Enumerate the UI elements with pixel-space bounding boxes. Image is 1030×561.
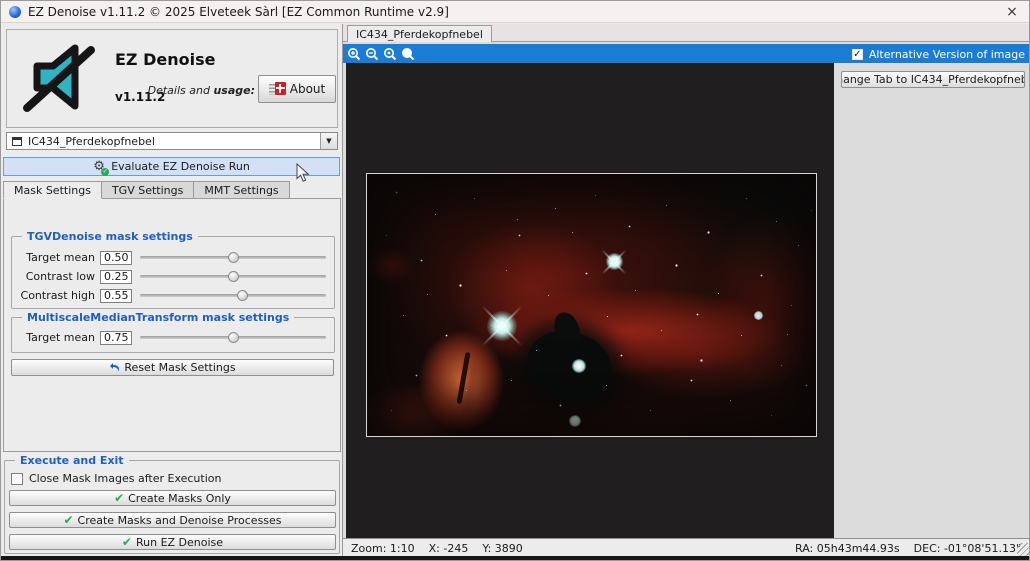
alternative-version-checkbox[interactable]: ✓ bbox=[852, 49, 863, 60]
slider-thumb[interactable] bbox=[228, 271, 239, 282]
contrast-low-label: Contrast low bbox=[12, 270, 100, 283]
slider-thumb[interactable] bbox=[228, 252, 239, 263]
app-title: EZ Denoise bbox=[115, 50, 267, 69]
create-masks-denoise-label: Create Masks and Denoise Processes bbox=[78, 514, 282, 527]
resize-grip[interactable] bbox=[1017, 543, 1030, 556]
zoom-in-icon[interactable] bbox=[347, 47, 361, 61]
titlebar: EZ Denoise v1.11.2 © 2025 Elveteek Sàrl … bbox=[1, 1, 1029, 23]
tgv-group-title: TGVDenoise mask settings bbox=[22, 230, 198, 243]
close-mask-checkbox-row[interactable]: Close Mask Images after Execution bbox=[11, 472, 221, 485]
ez-denoise-window: EZ Denoise v1.11.2 © 2025 Elveteek Sàrl … bbox=[0, 0, 1030, 561]
reset-button-label: Reset Mask Settings bbox=[124, 361, 235, 374]
evaluate-run-button[interactable]: ⚙ ✓ Evaluate EZ Denoise Run bbox=[3, 157, 340, 176]
alternative-version-checkbox-row[interactable]: ✓ Alternative Version of image bbox=[852, 48, 1025, 61]
create-masks-denoise-button[interactable]: ✔ Create Masks and Denoise Processes bbox=[9, 512, 336, 528]
slider-thumb[interactable] bbox=[237, 290, 248, 301]
chevron-down-icon[interactable]: ▼ bbox=[320, 133, 337, 149]
status-x: X: -245 bbox=[429, 542, 469, 555]
mmt-mask-group: MultiscaleMedianTransform mask settings … bbox=[11, 317, 335, 353]
window-bottom-edge bbox=[1, 556, 1029, 560]
contrast-high-label: Contrast high bbox=[12, 289, 100, 302]
status-dec: DEC: -01°08'51.13" bbox=[914, 542, 1021, 555]
target-image-value: IC434_Pferdekopfnebel bbox=[28, 135, 155, 148]
image-window-icon bbox=[12, 137, 22, 146]
status-zoom: Zoom: 1:10 bbox=[351, 542, 415, 555]
execute-exit-group: Execute and Exit Close Mask Images after… bbox=[4, 460, 340, 554]
run-ez-denoise-label: Run EZ Denoise bbox=[136, 536, 223, 549]
mmt-group-title: MultiscaleMedianTransform mask settings bbox=[22, 311, 294, 324]
about-button[interactable]: About bbox=[258, 75, 336, 103]
app-icon bbox=[9, 6, 21, 18]
contrast-high-slider[interactable] bbox=[140, 288, 326, 303]
contrast-low-slider[interactable] bbox=[140, 269, 326, 284]
nebula-image[interactable] bbox=[366, 173, 817, 437]
check-icon: ✔ bbox=[114, 492, 124, 504]
status-ra: RA: 05h43m44.93s bbox=[795, 542, 900, 555]
status-y: Y: 3890 bbox=[482, 542, 522, 555]
reset-mask-settings-button[interactable]: Reset Mask Settings bbox=[11, 359, 334, 376]
vignette bbox=[367, 174, 816, 436]
tab-tgv-settings[interactable]: TGV Settings bbox=[101, 181, 194, 199]
slider-thumb[interactable] bbox=[228, 332, 239, 343]
create-masks-only-label: Create Masks Only bbox=[128, 492, 231, 505]
alternative-version-label: Alternative Version of image bbox=[869, 48, 1025, 61]
close-mask-checkbox-label: Close Mask Images after Execution bbox=[29, 472, 221, 485]
viewer-tab-ic434[interactable]: IC434_Pferdekopfnebel bbox=[347, 25, 492, 42]
evaluate-run-label: Evaluate EZ Denoise Run bbox=[111, 160, 250, 173]
create-masks-only-button[interactable]: ✔ Create Masks Only bbox=[9, 490, 336, 506]
check-icon: ✔ bbox=[122, 536, 132, 548]
viewer-toolbar: ✓ Alternative Version of image bbox=[343, 44, 1030, 63]
settings-tabs: Mask Settings TGV Settings MMT Settings bbox=[3, 181, 289, 199]
zoom-out-icon[interactable] bbox=[365, 47, 379, 61]
mouse-cursor bbox=[296, 163, 310, 183]
details-usage-label: Details and usage: bbox=[137, 84, 255, 97]
canvas-side-area: Change Tab to IC434_Pferdekopfnebel bbox=[834, 63, 1030, 538]
tab-mask-settings[interactable]: Mask Settings bbox=[3, 181, 102, 199]
target-mean-label: Target mean bbox=[12, 251, 100, 264]
target-mean-input[interactable]: 0.50 bbox=[100, 251, 132, 265]
zoom-one-to-one-icon[interactable] bbox=[383, 47, 397, 61]
mmt-target-mean-label: Target mean bbox=[12, 331, 100, 344]
viewer-statusbar: Zoom: 1:10 X: -245 Y: 3890 RA: 05h43m44.… bbox=[343, 538, 1030, 557]
target-mean-slider[interactable] bbox=[140, 250, 326, 265]
mask-settings-panel: TGVDenoise mask settings Target mean 0.5… bbox=[3, 198, 341, 452]
gear-check-icon: ⚙ ✓ bbox=[93, 160, 107, 174]
tgv-mask-group: TGVDenoise mask settings Target mean 0.5… bbox=[11, 236, 335, 309]
header-box: EZ Denoise v1.11.2 Details and usage: Ab… bbox=[6, 29, 338, 128]
close-mask-checkbox[interactable] bbox=[11, 473, 23, 485]
mmt-target-mean-slider[interactable] bbox=[140, 330, 326, 345]
details-text: Details and bbox=[148, 84, 214, 97]
muted-speaker-logo bbox=[15, 36, 109, 120]
left-panel: EZ Denoise v1.11.2 Details and usage: Ab… bbox=[2, 24, 342, 557]
change-tab-button[interactable]: Change Tab to IC434_Pferdekopfnebel bbox=[841, 71, 1025, 88]
viewer-panel: IC434_Pferdekopfnebel bbox=[342, 24, 1030, 557]
run-ez-denoise-button[interactable]: ✔ Run EZ Denoise bbox=[9, 534, 336, 550]
image-canvas[interactable] bbox=[346, 63, 834, 538]
contrast-low-input[interactable]: 0.25 bbox=[100, 270, 132, 284]
tab-mmt-settings[interactable]: MMT Settings bbox=[193, 181, 289, 199]
mmt-target-mean-input[interactable]: 0.75 bbox=[100, 331, 132, 345]
zoom-fit-icon[interactable] bbox=[401, 47, 415, 61]
viewer-tabbar: IC434_Pferdekopfnebel bbox=[343, 24, 1030, 42]
window-title: EZ Denoise v1.11.2 © 2025 Elveteek Sàrl … bbox=[28, 5, 449, 19]
about-button-label: About bbox=[290, 82, 325, 96]
contrast-high-input[interactable]: 0.55 bbox=[100, 289, 132, 303]
close-icon[interactable]: × bbox=[1002, 3, 1022, 21]
undo-icon bbox=[109, 362, 121, 373]
check-icon: ✔ bbox=[63, 514, 73, 526]
usage-text: usage: bbox=[213, 84, 255, 97]
target-image-select[interactable]: IC434_Pferdekopfnebel ▼ bbox=[6, 132, 338, 150]
execute-group-title: Execute and Exit bbox=[15, 454, 129, 467]
about-flag-icon bbox=[269, 82, 286, 97]
